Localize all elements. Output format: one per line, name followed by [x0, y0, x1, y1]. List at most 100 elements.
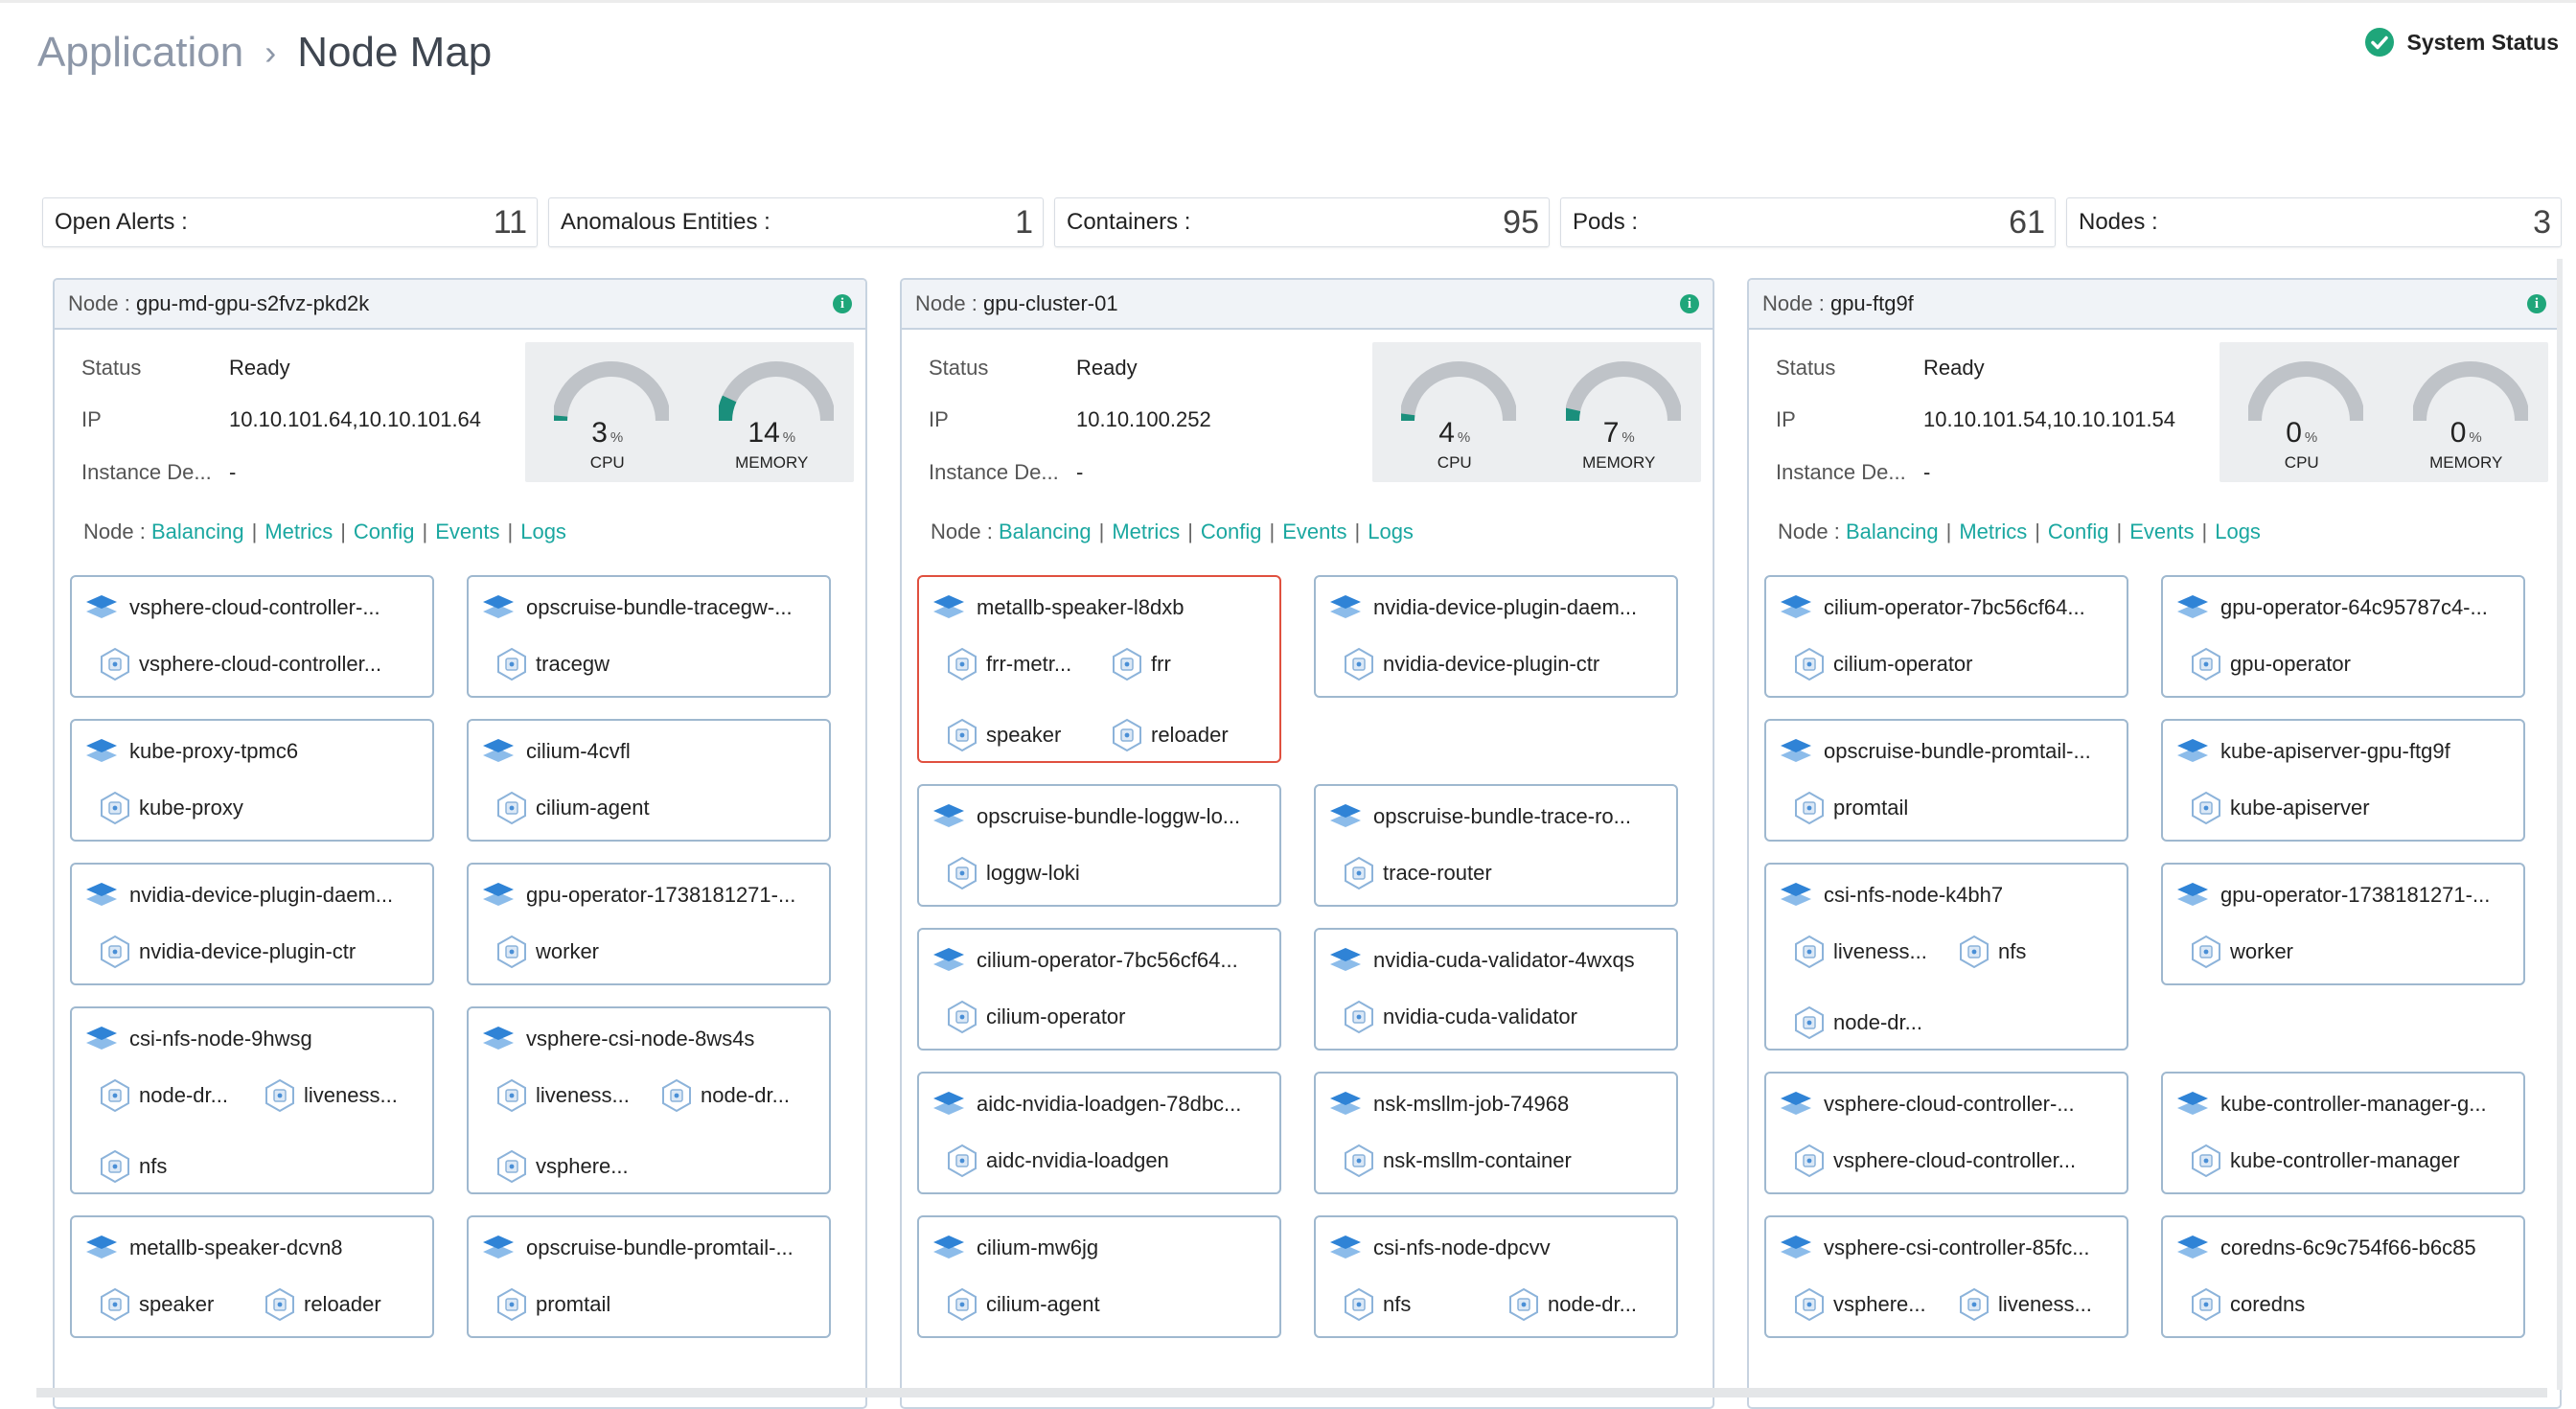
breadcrumb-application-link[interactable]: Application [37, 29, 243, 77]
container-item[interactable]: nfs [99, 1149, 242, 1184]
container-item[interactable]: cilium-agent [495, 791, 802, 825]
pod-card[interactable]: cilium-operator-7bc56cf64...cilium-opera… [917, 928, 1281, 1051]
memory-gauge[interactable]: 14%MEMORY [690, 342, 855, 482]
container-item[interactable]: kube-proxy [99, 791, 405, 825]
pod-card[interactable]: kube-controller-manager-g...kube-control… [2161, 1072, 2525, 1194]
container-item[interactable]: frr [1111, 647, 1254, 681]
container-item[interactable]: speaker [99, 1287, 242, 1322]
pod-card[interactable]: cilium-operator-7bc56cf64...cilium-opera… [1764, 575, 2128, 698]
container-item[interactable]: worker [2190, 935, 2496, 969]
container-item[interactable]: nsk-msllm-container [1343, 1143, 1649, 1178]
pod-card[interactable]: kube-apiserver-gpu-ftg9fkube-apiserver [2161, 719, 2525, 842]
link-balancing[interactable]: Balancing [151, 520, 244, 543]
container-item[interactable]: liveness... [1958, 1287, 2102, 1322]
pod-card[interactable]: gpu-operator-1738181271-...worker [2161, 863, 2525, 985]
pod-card[interactable]: opscruise-bundle-trace-ro...trace-router [1314, 784, 1678, 907]
link-metrics[interactable]: Metrics [264, 520, 333, 543]
pod-card[interactable]: nvidia-device-plugin-daem...nvidia-devic… [1314, 575, 1678, 698]
memory-gauge[interactable]: 7%MEMORY [1537, 342, 1702, 482]
container-item[interactable]: aidc-nvidia-loadgen [946, 1143, 1253, 1178]
pod-card[interactable]: coredns-6c9c754f66-b6c85coredns [2161, 1215, 2525, 1338]
horizontal-scrollbar[interactable] [36, 1388, 2547, 1397]
container-item[interactable]: nvidia-device-plugin-ctr [99, 935, 405, 969]
link-balancing[interactable]: Balancing [1846, 520, 1939, 543]
pod-card[interactable]: opscruise-bundle-promtail-...promtail [467, 1215, 831, 1338]
container-item[interactable]: cilium-agent [946, 1287, 1253, 1322]
cpu-gauge[interactable]: 0%CPU [2220, 342, 2384, 482]
link-events[interactable]: Events [2129, 520, 2194, 543]
info-icon[interactable]: i [833, 294, 852, 313]
link-metrics[interactable]: Metrics [1959, 520, 2027, 543]
container-item[interactable]: node-dr... [99, 1078, 242, 1113]
container-item[interactable]: nvidia-device-plugin-ctr [1343, 647, 1649, 681]
container-item[interactable]: frr-metr... [946, 647, 1090, 681]
cpu-gauge[interactable]: 4%CPU [1372, 342, 1537, 482]
stat-anomalous-entities[interactable]: Anomalous Entities : 1 [548, 197, 1044, 247]
container-item[interactable]: cilium-operator [1793, 647, 2100, 681]
container-item[interactable]: nfs [1343, 1287, 1486, 1322]
container-item[interactable]: kube-apiserver [2190, 791, 2496, 825]
link-config[interactable]: Config [354, 520, 415, 543]
container-item[interactable]: liveness... [495, 1078, 639, 1113]
pod-card[interactable]: opscruise-bundle-promtail-...promtail [1764, 719, 2128, 842]
container-item[interactable]: vsphere... [495, 1149, 639, 1184]
pod-card[interactable]: vsphere-csi-controller-85fc...vsphere...… [1764, 1215, 2128, 1338]
stat-open-alerts[interactable]: Open Alerts : 11 [42, 197, 538, 247]
container-item[interactable]: gpu-operator [2190, 647, 2496, 681]
container-item[interactable]: worker [495, 935, 802, 969]
pod-card[interactable]: csi-nfs-node-dpcvvnfsnode-dr... [1314, 1215, 1678, 1338]
stat-pods[interactable]: Pods : 61 [1560, 197, 2056, 247]
container-item[interactable]: nfs [1958, 935, 2102, 969]
pod-card[interactable]: vsphere-cloud-controller-...vsphere-clou… [1764, 1072, 2128, 1194]
pod-card[interactable]: metallb-speaker-dcvn8speakerreloader [70, 1215, 434, 1338]
container-item[interactable]: node-dr... [1793, 1005, 1937, 1040]
pod-card[interactable]: nvidia-cuda-validator-4wxqsnvidia-cuda-v… [1314, 928, 1678, 1051]
pod-card[interactable]: cilium-mw6jgcilium-agent [917, 1215, 1281, 1338]
container-item[interactable]: vsphere... [1793, 1287, 1937, 1322]
container-item[interactable]: node-dr... [660, 1078, 804, 1113]
pod-card[interactable]: vsphere-cloud-controller-...vsphere-clou… [70, 575, 434, 698]
link-logs[interactable]: Logs [1368, 520, 1414, 543]
pod-card[interactable]: nsk-msllm-job-74968nsk-msllm-container [1314, 1072, 1678, 1194]
container-item[interactable]: liveness... [1793, 935, 1937, 969]
container-item[interactable]: reloader [1111, 718, 1254, 752]
container-item[interactable]: tracegw [495, 647, 802, 681]
container-item[interactable]: trace-router [1343, 856, 1649, 890]
pod-card[interactable]: nvidia-device-plugin-daem...nvidia-devic… [70, 863, 434, 985]
link-config[interactable]: Config [2048, 520, 2109, 543]
container-item[interactable]: vsphere-cloud-controller... [1793, 1143, 2100, 1178]
pod-card[interactable]: opscruise-bundle-tracegw-...tracegw [467, 575, 831, 698]
system-status[interactable]: System Status [2364, 27, 2559, 58]
stat-nodes[interactable]: Nodes : 3 [2066, 197, 2562, 247]
pod-card[interactable]: csi-nfs-node-9hwsgnode-dr...liveness...n… [70, 1006, 434, 1194]
pod-card[interactable]: gpu-operator-1738181271-...worker [467, 863, 831, 985]
memory-gauge[interactable]: 0%MEMORY [2384, 342, 2549, 482]
link-logs[interactable]: Logs [2215, 520, 2261, 543]
pod-card[interactable]: kube-proxy-tpmc6kube-proxy [70, 719, 434, 842]
stat-containers[interactable]: Containers : 95 [1054, 197, 1550, 247]
link-config[interactable]: Config [1201, 520, 1262, 543]
link-balancing[interactable]: Balancing [999, 520, 1092, 543]
container-item[interactable]: speaker [946, 718, 1090, 752]
container-item[interactable]: promtail [495, 1287, 802, 1322]
link-logs[interactable]: Logs [520, 520, 566, 543]
vertical-scrollbar[interactable] [2557, 259, 2563, 1390]
pod-card[interactable]: aidc-nvidia-loadgen-78dbc...aidc-nvidia-… [917, 1072, 1281, 1194]
cpu-gauge[interactable]: 3%CPU [525, 342, 690, 482]
container-item[interactable]: node-dr... [1507, 1287, 1651, 1322]
container-item[interactable]: coredns [2190, 1287, 2496, 1322]
container-item[interactable]: kube-controller-manager [2190, 1143, 2496, 1178]
container-item[interactable]: vsphere-cloud-controller... [99, 647, 405, 681]
info-icon[interactable]: i [1680, 294, 1699, 313]
container-item[interactable]: cilium-operator [946, 1000, 1253, 1034]
pod-card[interactable]: gpu-operator-64c95787c4-...gpu-operator [2161, 575, 2525, 698]
pod-card[interactable]: metallb-speaker-l8dxbfrr-metr...frrspeak… [917, 575, 1281, 763]
link-events[interactable]: Events [1282, 520, 1346, 543]
pod-card[interactable]: opscruise-bundle-loggw-lo...loggw-loki [917, 784, 1281, 907]
container-item[interactable]: reloader [264, 1287, 407, 1322]
container-item[interactable]: loggw-loki [946, 856, 1253, 890]
link-events[interactable]: Events [435, 520, 499, 543]
pod-card[interactable]: vsphere-csi-node-8ws4sliveness...node-dr… [467, 1006, 831, 1194]
pod-card[interactable]: cilium-4cvflcilium-agent [467, 719, 831, 842]
link-metrics[interactable]: Metrics [1112, 520, 1180, 543]
